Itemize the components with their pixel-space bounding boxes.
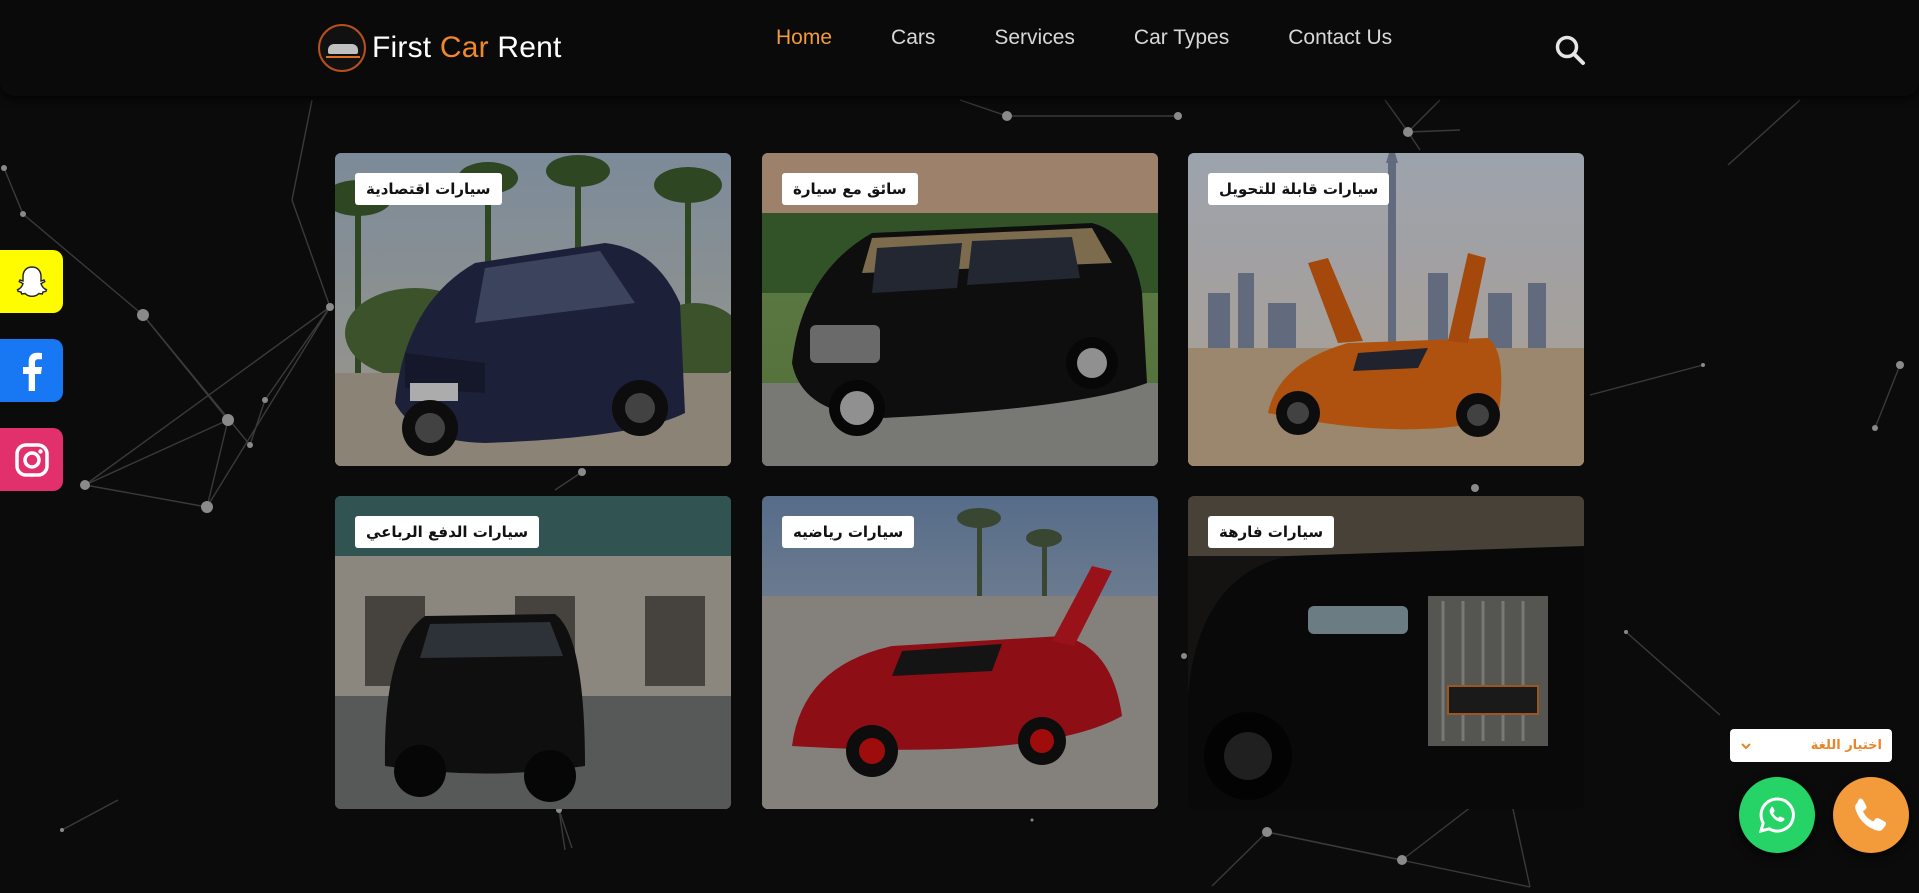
language-selector[interactable]: اختيار اللغة	[1730, 729, 1892, 762]
brand-rent: Rent	[497, 31, 562, 64]
language-label: اختيار اللغة	[1810, 738, 1882, 753]
nav-car-types[interactable]: Car Types	[1134, 26, 1229, 50]
category-card-luxury[interactable]: سيارات فارهة	[1188, 496, 1584, 809]
snapchat-button[interactable]	[0, 250, 63, 313]
category-label: سيارات اقتصادية	[355, 173, 502, 205]
car-logo-icon	[318, 24, 366, 72]
phone-icon	[1855, 798, 1887, 831]
category-label: سيارات الدفع الرباعي	[355, 516, 540, 548]
nav-cars[interactable]: Cars	[891, 26, 935, 50]
instagram-icon	[14, 442, 49, 477]
whatsapp-icon	[1758, 797, 1795, 834]
category-card-sports[interactable]: سيارات رياضيه	[762, 496, 1158, 809]
category-card-convertible[interactable]: سيارات قابلة للتحويل	[1188, 153, 1584, 466]
snapchat-icon	[16, 265, 47, 297]
category-label: سيارات فارهة	[1208, 516, 1335, 548]
category-card-chauffeur[interactable]: سائق مع سيارة	[762, 153, 1158, 466]
brand-first: First	[372, 31, 432, 64]
chevron-down-icon	[1741, 742, 1751, 749]
category-label: سائق مع سيارة	[782, 173, 918, 205]
category-card-4x4[interactable]: سيارات الدفع الرباعي	[335, 496, 731, 809]
category-label: سيارات قابلة للتحويل	[1208, 173, 1390, 205]
whatsapp-button[interactable]	[1739, 777, 1815, 853]
search-icon[interactable]	[1554, 34, 1586, 66]
site-logo[interactable]: First Car Rent	[318, 24, 562, 72]
nav-home[interactable]: Home	[776, 26, 832, 50]
category-label: سيارات رياضيه	[782, 516, 915, 548]
facebook-button[interactable]	[0, 339, 63, 402]
nav-services[interactable]: Services	[994, 26, 1075, 50]
main-nav: Home Cars Services Car Types Contact Us	[776, 26, 1392, 50]
facebook-icon	[22, 352, 42, 391]
brand-name: First Car Rent	[372, 31, 562, 65]
category-card-economy[interactable]: سيارات اقتصادية	[335, 153, 731, 466]
phone-button[interactable]	[1833, 777, 1909, 853]
site-header: First Car Rent Home Cars Services Car Ty…	[0, 0, 1919, 96]
nav-contact-us[interactable]: Contact Us	[1288, 26, 1392, 50]
instagram-button[interactable]	[0, 428, 63, 491]
brand-car: Car	[439, 31, 489, 64]
